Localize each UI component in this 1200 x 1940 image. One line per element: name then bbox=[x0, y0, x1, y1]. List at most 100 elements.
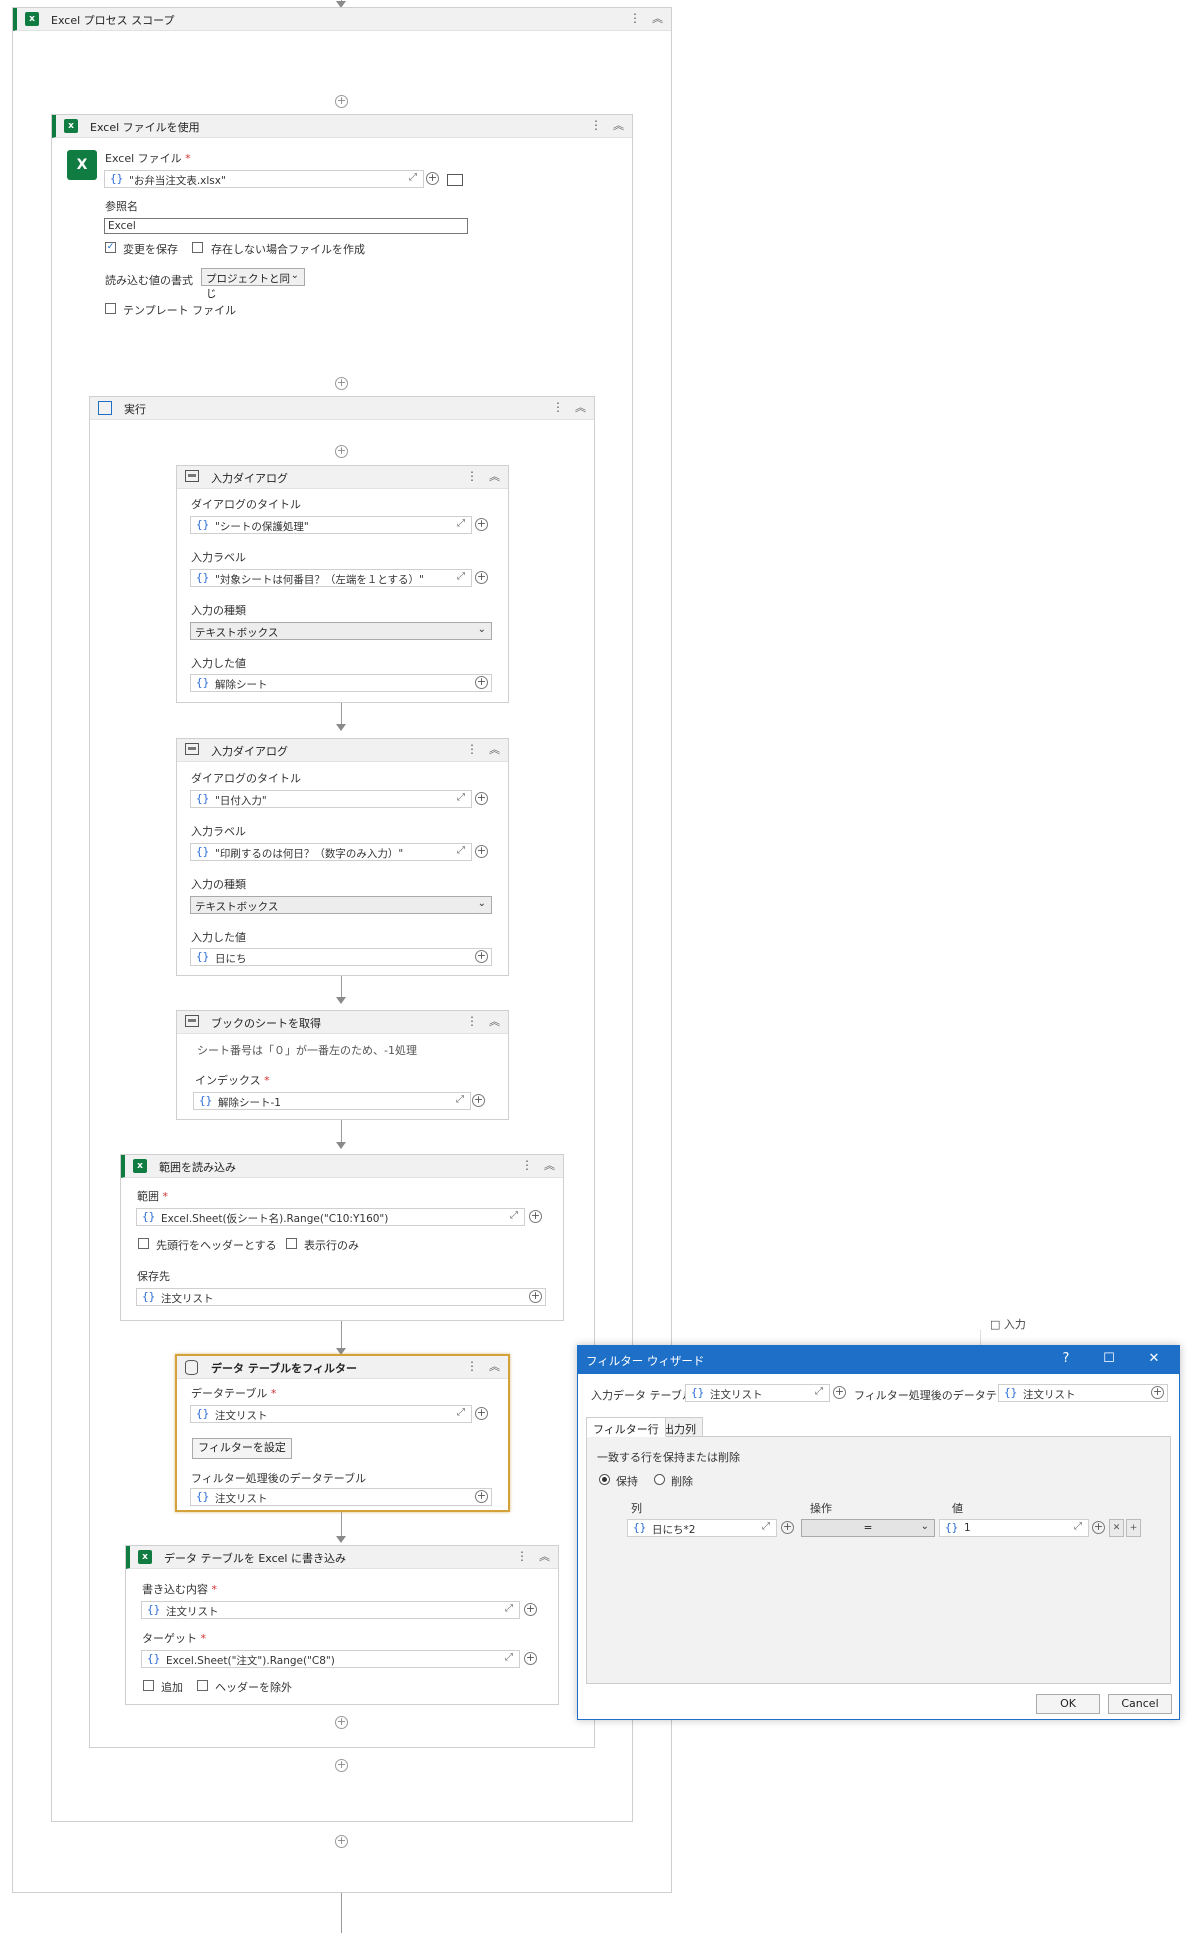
field-plus-icon[interactable]: + bbox=[426, 172, 439, 185]
save-changes-checkbox[interactable]: ✓ bbox=[105, 242, 116, 253]
add-activity-icon[interactable]: + bbox=[335, 1835, 348, 1848]
header-row-checkbox[interactable] bbox=[138, 1238, 149, 1249]
input-label-field[interactable]: {} "対象シートは何番目？（左端を１とする）" ⤢ bbox=[190, 569, 472, 587]
collapse-icon[interactable]: ︽ bbox=[652, 10, 663, 26]
target-field[interactable]: {} Excel.Sheet("注文").Range("C8") ⤢ bbox=[141, 1650, 520, 1668]
expand-icon[interactable]: ⤢ bbox=[456, 1095, 466, 1105]
tab-filter-rows[interactable]: フィルター行 bbox=[586, 1417, 666, 1437]
field-plus-icon[interactable]: + bbox=[781, 1521, 794, 1534]
field-plus-icon[interactable]: + bbox=[475, 950, 488, 963]
expand-icon[interactable]: ⤢ bbox=[505, 1604, 515, 1614]
collapse-icon[interactable]: ︽ bbox=[575, 399, 586, 415]
more-icon[interactable]: ⋮ bbox=[552, 400, 564, 414]
expand-icon[interactable]: ⤢ bbox=[815, 1387, 825, 1397]
more-icon[interactable]: ⋮ bbox=[466, 742, 478, 756]
collapse-icon[interactable]: ︽ bbox=[489, 1013, 500, 1029]
add-activity-icon[interactable]: + bbox=[335, 1716, 348, 1729]
field-plus-icon[interactable]: + bbox=[524, 1652, 537, 1665]
data-table-field[interactable]: {} 注文リスト ⤢ bbox=[190, 1405, 472, 1423]
expand-icon[interactable]: ⤢ bbox=[762, 1522, 772, 1532]
field-plus-icon[interactable]: + bbox=[529, 1290, 542, 1303]
filter-operation-select[interactable]: = ⌄ bbox=[801, 1519, 935, 1537]
save-to-field[interactable]: {} 注文リスト + bbox=[136, 1288, 546, 1306]
entered-value-field[interactable]: {} 解除シート + bbox=[190, 674, 492, 692]
set-filter-button[interactable]: フィルターを設定 bbox=[192, 1438, 292, 1459]
write-dt-header[interactable]: x データ テーブルを Excel に書き込み ⋮ ︽ bbox=[126, 1546, 558, 1569]
collapse-icon[interactable]: ︽ bbox=[489, 741, 500, 757]
expand-icon[interactable]: ⤢ bbox=[1074, 1522, 1084, 1532]
scope-header[interactable]: x Excel プロセス スコープ ⋮ ︽ bbox=[13, 8, 671, 31]
template-file-checkbox[interactable] bbox=[105, 303, 116, 314]
more-icon[interactable]: ⋮ bbox=[629, 11, 641, 25]
add-row-icon[interactable]: + bbox=[1126, 1519, 1141, 1537]
expand-icon[interactable]: ⤢ bbox=[510, 1211, 520, 1221]
field-plus-icon[interactable]: + bbox=[475, 792, 488, 805]
filter-wizard-dialog[interactable]: フィルター ウィザード ? ☐ ✕ 入力データ テーブル {} 注文リスト ⤢ … bbox=[577, 1345, 1180, 1720]
remove-row-icon[interactable]: ✕ bbox=[1109, 1519, 1124, 1537]
expand-icon[interactable]: ⤢ bbox=[409, 173, 419, 183]
more-icon[interactable]: ⋮ bbox=[466, 1359, 478, 1373]
exclude-header-checkbox[interactable] bbox=[197, 1680, 208, 1691]
field-plus-icon[interactable]: + bbox=[475, 571, 488, 584]
expand-icon[interactable]: ⤢ bbox=[457, 846, 467, 856]
field-plus-icon[interactable]: + bbox=[475, 676, 488, 689]
collapse-icon[interactable]: ︽ bbox=[544, 1157, 555, 1173]
expand-icon[interactable]: ⤢ bbox=[457, 1408, 467, 1418]
collapse-icon[interactable]: ︽ bbox=[539, 1548, 550, 1564]
filter-wizard-titlebar[interactable]: フィルター ウィザード ? ☐ ✕ bbox=[578, 1346, 1179, 1374]
filter-value-field[interactable]: {} 1 ⤢ bbox=[939, 1519, 1089, 1537]
field-plus-icon[interactable]: + bbox=[524, 1603, 537, 1616]
input-dialog-1-header[interactable]: 入力ダイアログ ⋮ ︽ bbox=[177, 466, 508, 489]
more-icon[interactable]: ⋮ bbox=[466, 469, 478, 483]
visible-rows-checkbox[interactable] bbox=[286, 1238, 297, 1249]
more-icon[interactable]: ⋮ bbox=[590, 118, 602, 132]
collapse-icon[interactable]: ︽ bbox=[613, 117, 624, 133]
excel-file-field[interactable]: {} "お弁当注文表.xlsx" ⤢ bbox=[104, 170, 424, 188]
use-file-header[interactable]: x Excel ファイルを使用 ⋮ ︽ bbox=[52, 115, 632, 138]
more-icon[interactable]: ⋮ bbox=[521, 1158, 533, 1172]
field-plus-icon[interactable]: + bbox=[833, 1386, 846, 1399]
field-plus-icon[interactable]: + bbox=[475, 845, 488, 858]
more-icon[interactable]: ⋮ bbox=[466, 1014, 478, 1028]
create-if-missing-checkbox[interactable] bbox=[192, 242, 203, 253]
range-field[interactable]: {} Excel.Sheet(仮シート名).Range("C10:Y160") … bbox=[136, 1208, 525, 1226]
cancel-button[interactable]: Cancel bbox=[1108, 1694, 1172, 1714]
field-plus-icon[interactable]: + bbox=[1092, 1521, 1105, 1534]
collapse-icon[interactable]: ︽ bbox=[489, 1358, 500, 1374]
write-data-table[interactable]: x データ テーブルを Excel に書き込み ⋮ ︽ bbox=[125, 1545, 559, 1705]
remove-radio[interactable] bbox=[654, 1474, 665, 1485]
input-dt-field[interactable]: {} 注文リスト ⤢ bbox=[685, 1384, 830, 1402]
keep-radio[interactable] bbox=[599, 1474, 610, 1485]
execute-header[interactable]: 実行 ⋮ ︽ bbox=[90, 397, 594, 420]
get-sheet-header[interactable]: ブックのシートを取得 ⋮ ︽ bbox=[177, 1011, 508, 1034]
filter-dt-header[interactable]: データ テーブルをフィルター ⋮ ︽ bbox=[177, 1356, 508, 1379]
input-dialog-2-header[interactable]: 入力ダイアログ ⋮ ︽ bbox=[177, 739, 508, 762]
write-content-field[interactable]: {} 注文リスト ⤢ bbox=[141, 1601, 520, 1619]
field-plus-icon[interactable]: + bbox=[529, 1210, 542, 1223]
dialog-title-field[interactable]: {} "日付入力" ⤢ bbox=[190, 790, 472, 808]
field-plus-icon[interactable]: + bbox=[1151, 1386, 1164, 1399]
add-activity-icon[interactable]: + bbox=[335, 377, 348, 390]
read-range-header[interactable]: x 範囲を読み込み ⋮ ︽ bbox=[121, 1155, 563, 1178]
field-plus-icon[interactable]: + bbox=[475, 1407, 488, 1420]
folder-icon[interactable] bbox=[447, 174, 463, 186]
maximize-icon[interactable]: ☐ bbox=[1099, 1351, 1119, 1366]
input-label-field[interactable]: {} "印刷するのは何日？（数字のみ入力）" ⤢ bbox=[190, 843, 472, 861]
field-plus-icon[interactable]: + bbox=[472, 1094, 485, 1107]
expand-icon[interactable]: ⤢ bbox=[457, 519, 467, 529]
ref-name-input[interactable]: Excel bbox=[104, 218, 468, 234]
field-plus-icon[interactable]: + bbox=[475, 1490, 488, 1503]
input-type-select[interactable]: テキストボックス ⌄ bbox=[190, 622, 492, 640]
entered-value-field[interactable]: {} 日にち + bbox=[190, 948, 492, 966]
read-format-select[interactable]: プロジェクトと同じ ⌄ bbox=[201, 268, 305, 300]
index-field[interactable]: {} 解除シート-1 ⤢ bbox=[193, 1092, 471, 1110]
dialog-title-field[interactable]: {} "シートの保護処理" ⤢ bbox=[190, 516, 472, 534]
add-activity-icon[interactable]: + bbox=[335, 95, 348, 108]
output-dt-field[interactable]: {} 注文リスト + bbox=[998, 1384, 1168, 1402]
help-icon[interactable]: ? bbox=[1056, 1351, 1076, 1366]
collapse-icon[interactable]: ︽ bbox=[489, 468, 500, 484]
expand-icon[interactable]: ⤢ bbox=[457, 793, 467, 803]
field-plus-icon[interactable]: + bbox=[475, 518, 488, 531]
expand-icon[interactable]: ⤢ bbox=[457, 572, 467, 582]
filtered-dt-field[interactable]: {} 注文リスト + bbox=[190, 1488, 492, 1506]
